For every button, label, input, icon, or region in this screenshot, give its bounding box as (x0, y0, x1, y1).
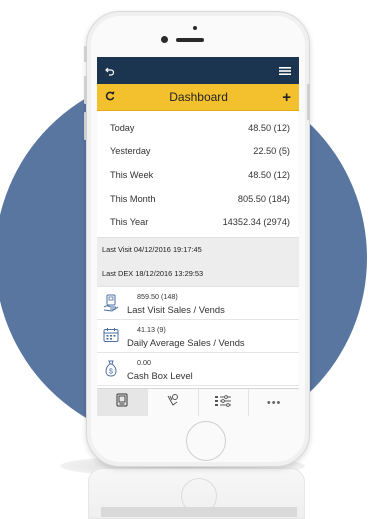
card-label: Daily Average Sales / Vends (127, 336, 245, 348)
undo-arrow-icon[interactable] (105, 66, 115, 76)
last-visit-sales-card[interactable]: 859.50 (148) Last Visit Sales / Vends (97, 287, 299, 320)
vending-hand-icon (103, 294, 119, 317)
tab-settings-list[interactable] (199, 389, 250, 416)
phone-home-button[interactable] (186, 421, 226, 461)
phone-volume-down (84, 112, 87, 140)
calendar-icon (103, 327, 119, 348)
daily-average-card[interactable]: 41.13 (9) Daily Average Sales / Vends (97, 320, 299, 353)
tab-sales[interactable] (148, 389, 199, 416)
phone-side-button (84, 46, 87, 62)
stat-value: 48.50 (12) (248, 169, 290, 180)
stats-list: Today 48.50 (12) Yesterday 22.50 (5) Thi… (97, 111, 299, 237)
stat-value: 48.50 (12) (248, 122, 290, 133)
phone-camera (161, 36, 168, 43)
card-value: 0.00 (137, 357, 151, 367)
tab-machine[interactable] (97, 389, 148, 416)
stat-row-this-week[interactable]: This Week 48.50 (12) (97, 163, 299, 187)
stat-row-this-month[interactable]: This Month 805.50 (184) (97, 187, 299, 211)
visit-info: Last Visit 04/12/2016 19:17:45 Last DEX … (97, 236, 299, 287)
phone-volume-up (84, 76, 87, 104)
stat-value: 14352.34 (2974) (222, 217, 290, 228)
coin-hand-icon (166, 393, 180, 412)
stat-period: This Month (110, 193, 156, 204)
stat-row-yesterday[interactable]: Yesterday 22.50 (5) (97, 140, 299, 164)
refresh-icon[interactable] (105, 88, 115, 106)
dashboard-bar: Dashboard + (97, 84, 299, 111)
stat-period: This Year (110, 217, 149, 228)
more-icon: ••• (266, 396, 282, 409)
card-value: 41.13 (9) (137, 324, 166, 334)
cash-box-card[interactable]: $ 0.00 Cash Box Level (97, 353, 299, 386)
svg-text:$: $ (109, 368, 113, 375)
card-label: Cash Box Level (127, 369, 193, 381)
machine-icon (116, 393, 128, 412)
tab-more[interactable]: ••• (249, 389, 299, 416)
app-header (97, 57, 299, 84)
phone-sensor (193, 26, 197, 30)
stat-row-this-year[interactable]: This Year 14352.34 (2974) (97, 210, 299, 234)
stat-value: 22.50 (5) (253, 146, 290, 157)
app-screen: Dashboard + Today 48.50 (12) Yesterday 2… (97, 57, 299, 416)
stat-period: Today (110, 122, 135, 133)
hamburger-menu-icon[interactable] (279, 66, 291, 76)
stat-value: 805.50 (184) (237, 193, 290, 204)
money-bag-icon: $ (103, 360, 119, 383)
card-label: Last Visit Sales / Vends (127, 303, 225, 315)
bottom-tab-bar: ••• (97, 388, 299, 416)
last-visit-text: Last Visit 04/12/2016 19:17:45 (102, 245, 202, 255)
phone-power-button (307, 84, 310, 120)
last-dex-text: Last DEX 18/12/2016 13:29:53 (102, 269, 204, 279)
reflection-bar (101, 507, 297, 517)
card-value: 859.50 (148) (137, 291, 178, 301)
stat-period: This Week (110, 169, 154, 180)
phone-speaker (176, 38, 204, 42)
add-button[interactable]: + (282, 90, 291, 105)
stat-period: Yesterday (110, 146, 151, 157)
settings-list-icon (215, 394, 232, 412)
dashboard-title: Dashboard (169, 90, 228, 104)
stat-row-today[interactable]: Today 48.50 (12) (97, 116, 299, 140)
